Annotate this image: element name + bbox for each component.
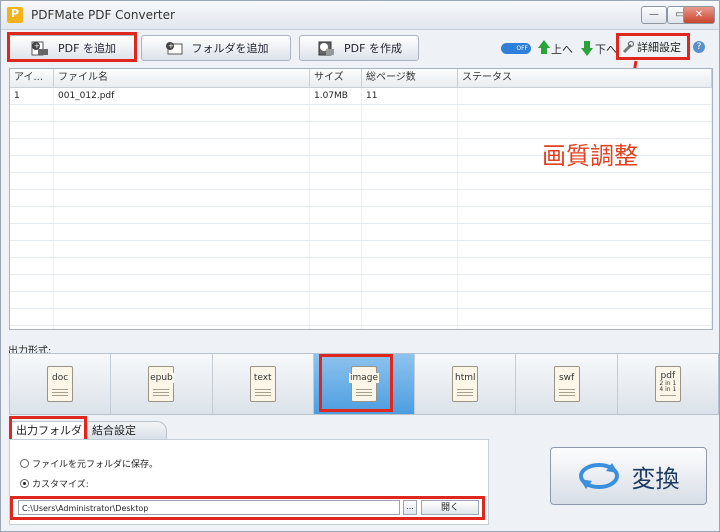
convert-arrows-icon xyxy=(578,463,619,489)
empty-row xyxy=(10,105,712,122)
title-bar: PDFMate PDF Converter — ▭ ✕ xyxy=(1,1,719,30)
empty-row xyxy=(10,190,712,207)
column-header-size[interactable]: サイズ xyxy=(310,69,362,87)
radio-custom-label[interactable]: カスタマイズ: xyxy=(32,477,89,490)
table-header: アイ... ファイル名 サイズ 総ページ数 ステータス xyxy=(10,69,712,88)
cell-size: 1.07MB xyxy=(310,88,362,104)
convert-label: 変換 xyxy=(631,464,680,493)
image-file-icon: image xyxy=(348,366,380,402)
format-html-button[interactable]: html xyxy=(415,354,517,414)
empty-row xyxy=(10,173,712,190)
cell-status xyxy=(458,88,712,104)
text-file-icon: text xyxy=(249,366,276,402)
add-pdf-button[interactable]: + PDF を追加 xyxy=(9,35,137,61)
move-up-label[interactable]: 上へ xyxy=(551,41,573,57)
app-window: PDFMate PDF Converter — ▭ ✕ + PDF を追加 + … xyxy=(0,0,720,532)
open-folder-button[interactable]: 開く xyxy=(421,500,479,515)
column-header-filename[interactable]: ファイル名 xyxy=(54,69,310,87)
add-pdf-icon: + xyxy=(30,40,50,56)
empty-row xyxy=(10,309,712,326)
format-epub-button[interactable]: epub xyxy=(111,354,213,414)
empty-row xyxy=(10,275,712,292)
empty-row xyxy=(10,241,712,258)
close-button[interactable]: ✕ xyxy=(683,6,715,24)
svg-text:+: + xyxy=(168,42,174,50)
toggle-switch[interactable]: OFF xyxy=(501,43,531,54)
pdf-merge-sublabel: 2 in 1 4 in 1 xyxy=(658,380,678,393)
window-title: PDFMate PDF Converter xyxy=(31,8,175,22)
empty-row xyxy=(10,258,712,275)
empty-row xyxy=(10,292,712,309)
format-text-button[interactable]: text xyxy=(213,354,314,414)
format-bar: doc epub text image html swf pdf 2 in 1 4… xyxy=(9,353,719,415)
move-down-icon[interactable] xyxy=(581,48,593,56)
file-table: アイ... ファイル名 サイズ 総ページ数 ステータス 1 001_012.pd… xyxy=(9,68,713,330)
swf-file-icon: swf xyxy=(553,366,580,402)
table-row[interactable]: 1 001_012.pdf 1.07MB 11 xyxy=(10,88,712,105)
output-path-field[interactable]: C:\Users\Administrator\Desktop xyxy=(18,500,400,515)
create-pdf-label: PDF を作成 xyxy=(344,42,402,55)
wrench-icon xyxy=(623,41,634,53)
cell-index: 1 xyxy=(10,88,54,104)
epub-file-icon: epub xyxy=(148,366,175,402)
format-image-button[interactable]: image xyxy=(313,354,416,414)
empty-row xyxy=(10,224,712,241)
minimize-button[interactable]: — xyxy=(641,6,667,24)
browse-button[interactable]: ... xyxy=(403,500,417,515)
move-down-icon-stem xyxy=(584,41,590,48)
create-pdf-icon xyxy=(316,40,336,56)
column-header-status[interactable]: ステータス xyxy=(458,69,712,87)
add-folder-button[interactable]: + フォルダを追加 xyxy=(141,35,291,61)
column-header-pages[interactable]: 総ページ数 xyxy=(362,69,458,87)
radio-source-folder-label[interactable]: ファイルを元フォルダに保存。 xyxy=(32,457,158,470)
create-pdf-button[interactable]: PDF を作成 xyxy=(299,35,419,61)
radio-custom[interactable] xyxy=(20,479,29,488)
pdf-file-icon: pdf 2 in 1 4 in 1 xyxy=(654,366,681,402)
move-down-label[interactable]: 下へ xyxy=(595,41,617,57)
html-file-icon: html xyxy=(452,366,479,402)
add-pdf-label: PDF を追加 xyxy=(58,42,116,55)
format-pdf-button[interactable]: pdf 2 in 1 4 in 1 xyxy=(618,354,718,414)
add-folder-icon: + xyxy=(164,40,184,56)
empty-row xyxy=(10,207,712,224)
svg-text:+: + xyxy=(34,42,40,50)
column-header-icon[interactable]: アイ... xyxy=(10,69,54,87)
advanced-settings-button[interactable]: 詳細設定 xyxy=(621,38,687,56)
radio-source-folder[interactable] xyxy=(20,459,29,468)
format-swf-button[interactable]: swf xyxy=(516,354,618,414)
move-up-icon[interactable] xyxy=(538,40,550,48)
cell-filename: 001_012.pdf xyxy=(54,88,310,104)
app-logo-icon xyxy=(7,7,23,23)
format-doc-button[interactable]: doc xyxy=(10,354,112,414)
cell-pages: 11 xyxy=(362,88,458,104)
empty-row xyxy=(10,326,712,329)
annotation-text: 画質調整 xyxy=(542,142,638,170)
move-up-icon-stem xyxy=(541,48,547,54)
add-folder-label: フォルダを追加 xyxy=(191,42,269,55)
tab-merge-settings[interactable]: 結合設定 xyxy=(87,421,167,440)
advanced-settings-label: 詳細設定 xyxy=(637,41,681,54)
help-icon[interactable]: ? xyxy=(693,41,705,53)
convert-button[interactable]: 変換 xyxy=(550,447,707,505)
doc-file-icon: doc xyxy=(47,366,74,402)
tab-output-folder[interactable]: 出力フォルダ xyxy=(11,421,87,440)
